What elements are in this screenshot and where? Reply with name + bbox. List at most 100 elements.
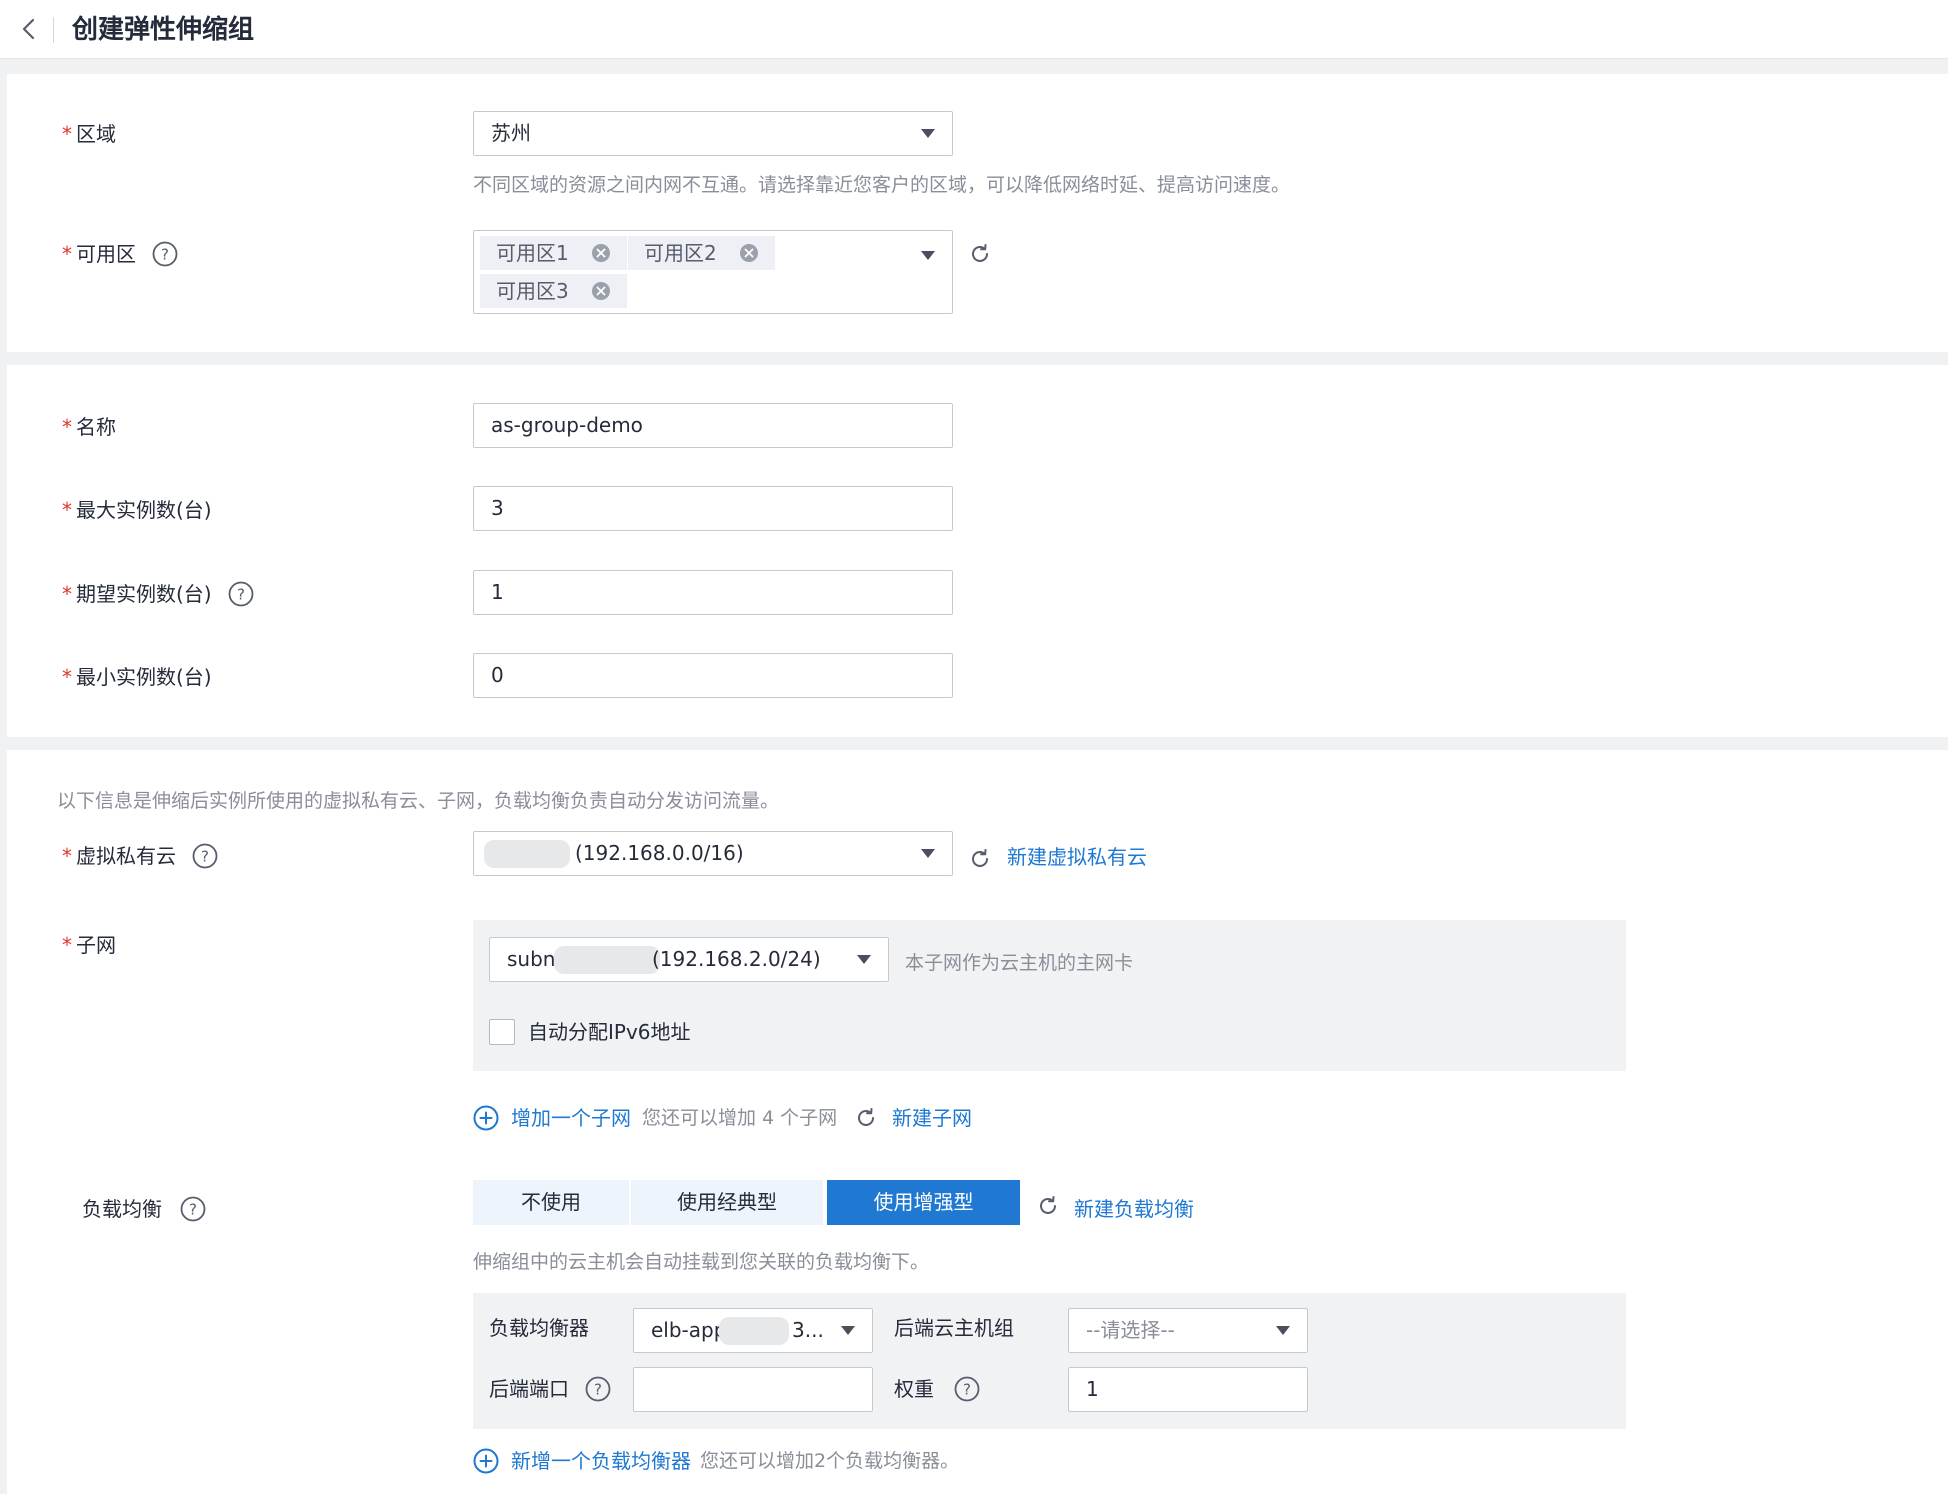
remove-tag-icon[interactable]: [739, 243, 759, 263]
lb-hint: 伸缩组中的云主机会自动挂载到您关联的负载均衡下。: [473, 1251, 930, 1273]
min-instances-value: 0: [491, 663, 504, 687]
svg-text:?: ?: [161, 246, 169, 264]
max-instances-value: 3: [491, 496, 504, 520]
required-mark: *: [62, 498, 72, 522]
page-title: 创建弹性伸缩组: [72, 15, 255, 45]
az-tag-2: 可用区2: [628, 236, 775, 270]
refresh-icon[interactable]: [1036, 1194, 1060, 1218]
region-label-text: 区域: [76, 122, 116, 146]
required-mark: *: [62, 122, 72, 146]
add-balancer-hint: 您还可以增加2个负载均衡器。: [700, 1450, 960, 1472]
min-instances-input[interactable]: 0: [473, 653, 953, 698]
required-mark: *: [62, 582, 72, 606]
help-icon[interactable]: ?: [192, 843, 218, 869]
lb-option-none[interactable]: 不使用: [473, 1180, 629, 1225]
expected-instances-label-text: 期望实例数(台): [76, 582, 212, 606]
lb-label-text: 负载均衡: [82, 1197, 162, 1221]
subnet-prefix: subn: [507, 947, 556, 971]
help-icon[interactable]: ?: [152, 241, 178, 267]
help-icon[interactable]: ?: [180, 1196, 206, 1222]
subnet-select[interactable]: subn (192.168.2.0/24): [489, 937, 889, 982]
back-arrow-icon[interactable]: [14, 14, 44, 44]
vpc-label: * 虚拟私有云 ?: [62, 842, 218, 870]
vpc-label-text: 虚拟私有云: [76, 844, 176, 868]
lb-option-enhanced[interactable]: 使用增强型: [827, 1180, 1020, 1225]
header-divider: [53, 17, 54, 43]
backend-port-label: 后端端口 ?: [489, 1375, 611, 1403]
network-intro: 以下信息是伸缩后实例所使用的虚拟私有云、子网，负载均衡负责自动分发访问流量。: [57, 790, 780, 812]
remove-tag-icon[interactable]: [591, 281, 611, 301]
ipv6-checkbox[interactable]: [489, 1019, 515, 1045]
required-mark: *: [62, 415, 72, 439]
backend-port-input[interactable]: [633, 1367, 873, 1412]
max-instances-label-text: 最大实例数(台): [76, 498, 212, 522]
name-input-value: as-group-demo: [491, 413, 643, 437]
ipv6-label: 自动分配IPv6地址: [528, 1020, 691, 1044]
refresh-icon[interactable]: [968, 242, 992, 266]
svg-text:?: ?: [189, 1201, 197, 1219]
vpc-select[interactable]: (192.168.0.0/16): [473, 831, 953, 876]
name-label-text: 名称: [76, 415, 116, 439]
region-select[interactable]: 苏州: [473, 111, 953, 156]
remove-tag-icon[interactable]: [591, 243, 611, 263]
create-lb-link[interactable]: 新建负载均衡: [1074, 1195, 1194, 1223]
refresh-icon[interactable]: [854, 1106, 878, 1130]
weight-input[interactable]: 1: [1068, 1367, 1308, 1412]
balancer-prefix: elb-app: [651, 1318, 727, 1342]
subnet-hint: 本子网作为云主机的主网卡: [905, 952, 1134, 974]
az-multiselect[interactable]: 可用区1 可用区2 可用区3: [473, 230, 953, 314]
required-mark: *: [62, 242, 72, 266]
chevron-down-icon: [921, 849, 935, 858]
balancer-suffix: 3...: [792, 1318, 824, 1342]
chevron-down-icon: [1276, 1326, 1290, 1335]
name-input[interactable]: as-group-demo: [473, 403, 953, 448]
backend-group-placeholder: --请选择--: [1086, 1318, 1175, 1342]
vpc-select-value: (192.168.0.0/16): [575, 841, 744, 865]
lb-option-classic[interactable]: 使用经典型: [631, 1180, 823, 1225]
min-instances-label: * 最小实例数(台): [62, 663, 212, 691]
az-tag-1: 可用区1: [480, 236, 627, 270]
max-instances-label: * 最大实例数(台): [62, 496, 212, 524]
redacted-blur: [554, 946, 660, 974]
lb-label: 负载均衡 ?: [82, 1195, 206, 1223]
az-label-text: 可用区: [76, 242, 136, 266]
balancer-label: 负载均衡器: [489, 1316, 589, 1340]
max-instances-input[interactable]: 3: [473, 486, 953, 531]
redacted-blur: [719, 1317, 789, 1345]
balancer-select[interactable]: elb-app 3...: [633, 1308, 873, 1353]
create-vpc-link[interactable]: 新建虚拟私有云: [1007, 843, 1147, 871]
chevron-down-icon: [841, 1326, 855, 1335]
add-subnet-hint: 您还可以增加 4 个子网: [642, 1107, 838, 1129]
add-circle-icon[interactable]: [473, 1448, 499, 1474]
expected-instances-value: 1: [491, 580, 504, 604]
expected-instances-label: * 期望实例数(台) ?: [62, 580, 254, 608]
help-icon[interactable]: ?: [585, 1376, 611, 1402]
expected-instances-input[interactable]: 1: [473, 570, 953, 615]
help-icon[interactable]: ?: [954, 1376, 980, 1402]
required-mark: *: [62, 844, 72, 868]
az-tag-label: 可用区2: [644, 241, 717, 265]
svg-text:?: ?: [594, 1381, 602, 1399]
add-subnet-link[interactable]: 增加一个子网: [511, 1104, 631, 1132]
weight-label-text: 权重: [894, 1377, 934, 1401]
backend-port-label-text: 后端端口: [489, 1377, 569, 1401]
add-balancer-link[interactable]: 新增一个负载均衡器: [511, 1447, 691, 1475]
az-tag-label: 可用区3: [496, 279, 569, 303]
help-icon[interactable]: ?: [228, 581, 254, 607]
add-circle-icon[interactable]: [473, 1105, 499, 1131]
region-hint: 不同区域的资源之间内网不互通。请选择靠近您客户的区域，可以降低网络时延、提高访问…: [473, 174, 1291, 196]
backend-group-label: 后端云主机组: [894, 1316, 1014, 1340]
backend-group-select[interactable]: --请选择--: [1068, 1308, 1308, 1353]
min-instances-label-text: 最小实例数(台): [76, 665, 212, 689]
page-header: 创建弹性伸缩组: [0, 0, 1948, 59]
svg-text:?: ?: [963, 1381, 971, 1399]
redacted-blur: [484, 840, 570, 868]
az-tag-label: 可用区1: [496, 241, 569, 265]
refresh-icon[interactable]: [968, 847, 992, 871]
region-panel: [7, 74, 1948, 352]
svg-text:?: ?: [201, 848, 209, 866]
new-subnet-link[interactable]: 新建子网: [892, 1104, 972, 1132]
chevron-down-icon: [921, 129, 935, 138]
name-label: * 名称: [62, 413, 116, 441]
required-mark: *: [62, 933, 72, 957]
